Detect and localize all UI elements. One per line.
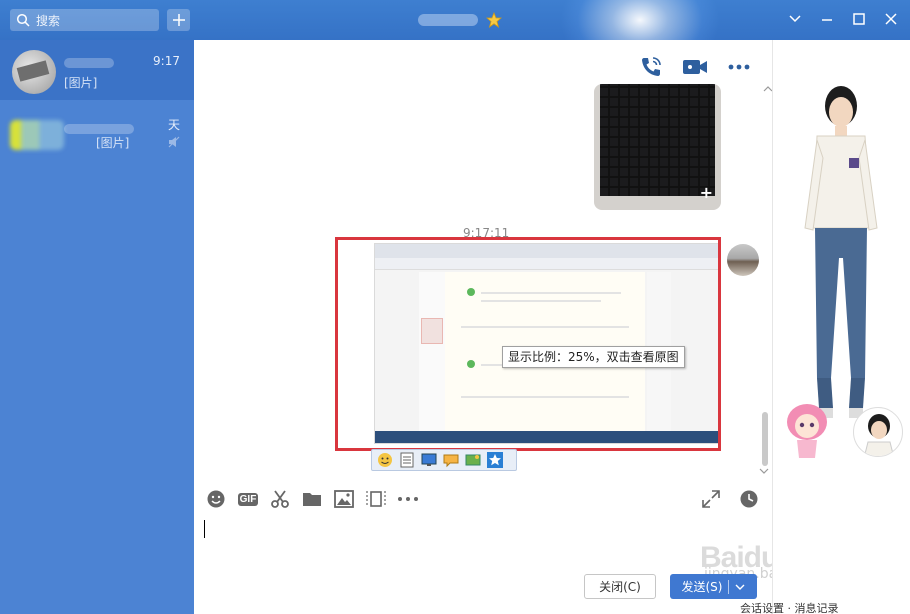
scissors-icon[interactable] bbox=[269, 488, 291, 510]
conversation-item[interactable]: 9:17 [图片] bbox=[0, 40, 194, 100]
more-icon[interactable] bbox=[397, 488, 419, 510]
input-toolbar-right bbox=[700, 488, 760, 510]
search-icon bbox=[16, 13, 30, 27]
title-bar-flare bbox=[560, 0, 720, 40]
conversation-preview: [图片] bbox=[96, 136, 130, 150]
folder-icon[interactable] bbox=[301, 488, 323, 510]
send-button-separator bbox=[728, 579, 730, 594]
conversation-item[interactable]: 天 [图片] bbox=[0, 100, 194, 160]
send-button[interactable]: 发送(S) bbox=[670, 574, 757, 599]
chat-bubble-icon[interactable] bbox=[442, 451, 460, 469]
conversation-preview: [图片] bbox=[64, 76, 98, 90]
add-contact-button[interactable] bbox=[167, 9, 190, 31]
chevron-down-icon[interactable] bbox=[786, 10, 804, 28]
minimize-icon[interactable] bbox=[818, 10, 836, 28]
conversation-sidebar: 9:17 [图片] 天 [图片] bbox=[0, 40, 194, 614]
scrollbar-thumb[interactable] bbox=[762, 412, 768, 466]
sticker-icon[interactable] bbox=[376, 451, 394, 469]
contact-name-blurred bbox=[418, 14, 478, 26]
star-icon bbox=[486, 12, 502, 28]
favorite-star-icon[interactable] bbox=[486, 451, 504, 469]
avatar bbox=[12, 50, 56, 94]
screenshot-icon[interactable] bbox=[464, 451, 482, 469]
avatar bbox=[10, 120, 64, 150]
plus-icon[interactable]: + bbox=[700, 183, 713, 202]
input-toolbar: GIF bbox=[205, 488, 419, 510]
keyboard-photo bbox=[600, 84, 715, 196]
video-call-icon[interactable] bbox=[682, 54, 708, 80]
scroll-down-icon[interactable] bbox=[759, 468, 769, 476]
message-input-caret[interactable] bbox=[204, 520, 205, 538]
clock-icon[interactable] bbox=[738, 488, 760, 510]
chat-toolbar bbox=[638, 54, 752, 80]
title-bar: 搜索 bbox=[0, 0, 910, 40]
contact-name bbox=[418, 10, 502, 30]
avatar[interactable] bbox=[853, 407, 903, 457]
search-placeholder: 搜索 bbox=[36, 13, 61, 28]
contact-name-blurred bbox=[64, 58, 114, 68]
chevron-down-icon[interactable] bbox=[735, 583, 745, 591]
send-button-label: 发送(S) bbox=[681, 580, 723, 594]
conversation-time: 天 bbox=[167, 118, 180, 132]
phone-call-icon[interactable] bbox=[638, 54, 664, 80]
image-message[interactable]: + bbox=[594, 84, 721, 210]
search-input[interactable]: 搜索 bbox=[10, 9, 159, 31]
notepad-icon[interactable] bbox=[398, 451, 416, 469]
avatar[interactable] bbox=[727, 244, 759, 276]
contact-name-blurred bbox=[64, 124, 134, 134]
screen-capture-icon[interactable] bbox=[365, 488, 387, 510]
quick-emoji-bar bbox=[371, 449, 517, 471]
monitor-icon[interactable] bbox=[420, 451, 438, 469]
more-icon[interactable] bbox=[726, 54, 752, 80]
conversation-time: 9:17 bbox=[153, 54, 180, 68]
avatar-show-panel bbox=[772, 40, 910, 614]
image-icon[interactable] bbox=[333, 488, 355, 510]
pet-character[interactable] bbox=[785, 400, 829, 460]
window-controls bbox=[786, 10, 900, 28]
plus-icon bbox=[172, 14, 185, 26]
footer-text: 会话设置 · 消息记录 bbox=[740, 602, 839, 614]
close-button[interactable]: 关闭(C) bbox=[584, 574, 656, 599]
highlight-frame bbox=[335, 237, 721, 451]
expand-icon[interactable] bbox=[700, 488, 722, 510]
emoji-icon[interactable] bbox=[205, 488, 227, 510]
maximize-icon[interactable] bbox=[850, 10, 868, 28]
mute-icon bbox=[168, 136, 180, 148]
gif-icon[interactable]: GIF bbox=[237, 488, 259, 510]
close-icon[interactable] bbox=[882, 10, 900, 28]
